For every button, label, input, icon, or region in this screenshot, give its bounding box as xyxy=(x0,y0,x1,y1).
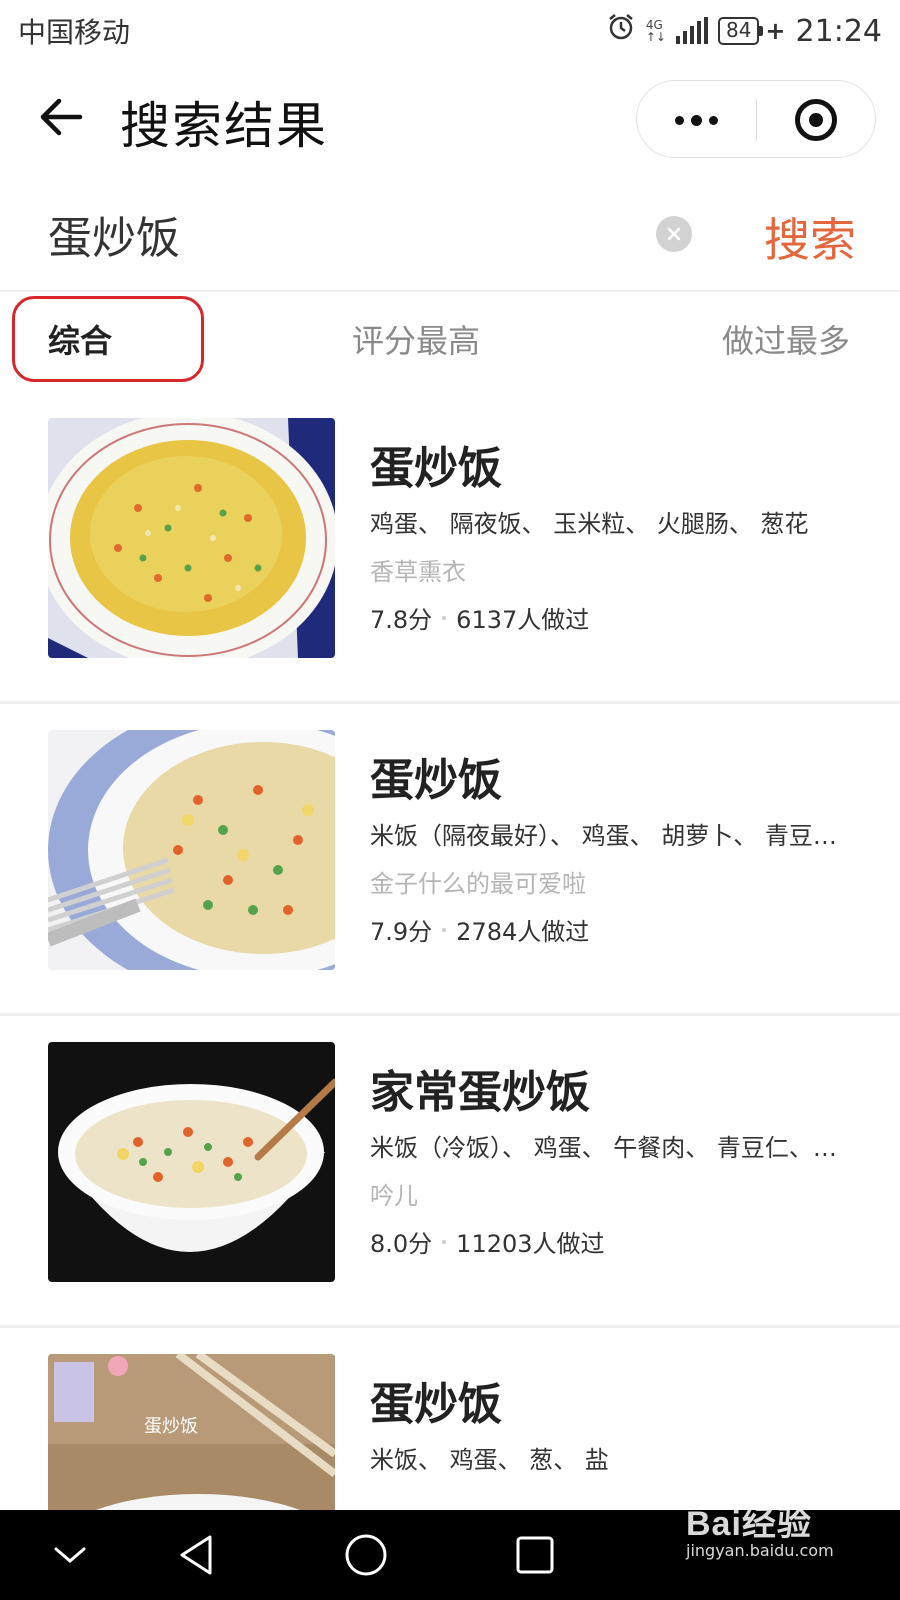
recipe-card[interactable]: 蛋炒饭 蛋炒饭 米饭、 鸡蛋、 葱、 盐 xyxy=(0,1328,900,1510)
alarm-icon xyxy=(606,12,636,50)
back-arrow-icon xyxy=(40,98,83,136)
recipe-author: 香草熏衣 xyxy=(370,558,466,586)
recipe-ingredients: 米饭（冷饭）、 鸡蛋、 午餐肉、 青豆仁、… xyxy=(370,1134,837,1162)
recipe-title: 蛋炒饭 xyxy=(370,1379,502,1430)
recipe-card[interactable]: 蛋炒饭 鸡蛋、 隔夜饭、 玉米粒、 火腿肠、 葱花 香草熏衣 7.8分 6137… xyxy=(0,392,900,704)
recipe-ingredients: 鸡蛋、 隔夜饭、 玉米粒、 火腿肠、 葱花 xyxy=(370,510,809,538)
system-recents-button[interactable] xyxy=(505,1530,565,1580)
recipe-title: 家常蛋炒饭 xyxy=(370,1067,590,1118)
recipe-ingredients: 米饭、 鸡蛋、 葱、 盐 xyxy=(370,1446,609,1474)
separator-dot xyxy=(442,1239,447,1244)
fried-rice-plate-image xyxy=(48,418,335,658)
recents-square-icon xyxy=(516,1536,554,1574)
tab-top-rated[interactable]: 评分最高 xyxy=(352,316,480,362)
close-target-icon xyxy=(795,99,837,141)
battery-level: 84 xyxy=(717,17,760,45)
baidu-jingyan-watermark: Bai经验 jingyan.baidu.com xyxy=(686,1496,876,1560)
search-input[interactable] xyxy=(48,202,608,266)
recipe-made-count: 6137人做过 xyxy=(456,606,590,634)
search-bar: 搜索 xyxy=(0,178,900,292)
recipe-stats: 7.9分 2784人做过 xyxy=(370,912,589,947)
clock-time: 21:24 xyxy=(795,13,882,49)
carrier-label: 中国移动 xyxy=(18,16,131,49)
recipe-stats: 8.0分 11203人做过 xyxy=(370,1224,605,1259)
fried-rice-chopsticks-image: 蛋炒饭 xyxy=(48,1354,335,1510)
result-list: 蛋炒饭 鸡蛋、 隔夜饭、 玉米粒、 火腿肠、 葱花 香草熏衣 7.8分 6137… xyxy=(0,392,900,1510)
recipe-ingredients: 米饭（隔夜最好）、 鸡蛋、 胡萝卜、 青豆… xyxy=(370,822,837,850)
clear-icon xyxy=(667,227,681,241)
home-circle-icon xyxy=(345,1534,387,1576)
recipe-title: 蛋炒饭 xyxy=(370,443,502,494)
tab-most-cooked[interactable]: 做过最多 xyxy=(722,316,850,362)
more-dots-icon xyxy=(674,115,684,125)
more-button[interactable] xyxy=(637,81,755,159)
recipe-author: 吟儿 xyxy=(370,1182,418,1210)
separator-dot xyxy=(442,615,447,620)
miniprogram-capsule xyxy=(636,80,876,158)
charging-icon: + xyxy=(765,17,786,45)
recipe-rating: 7.8分 xyxy=(370,606,433,634)
watermark-url: jingyan.baidu.com xyxy=(686,1541,834,1560)
separator-dot xyxy=(442,927,447,932)
watermark-brand: Bai经验 xyxy=(686,1505,812,1543)
recipe-stats: 7.8分 6137人做过 xyxy=(370,600,589,635)
recipe-rating: 8.0分 xyxy=(370,1230,433,1258)
network-type-icon: 4G ↑↓ xyxy=(646,19,666,43)
status-icons: 4G ↑↓ 84 + 21:24 xyxy=(606,12,882,50)
collapse-chevron-icon xyxy=(54,1547,86,1563)
recipe-title: 蛋炒饭 xyxy=(370,755,502,806)
back-triangle-icon xyxy=(180,1535,212,1575)
back-button[interactable] xyxy=(36,92,86,142)
sort-tabs: 综合 评分最高 做过最多 xyxy=(0,292,900,392)
recipe-author: 金子什么的最可爱啦 xyxy=(370,870,586,898)
recipe-rating: 7.9分 xyxy=(370,918,433,946)
clear-button[interactable] xyxy=(656,216,692,252)
system-home-button[interactable] xyxy=(336,1530,396,1580)
tab-comprehensive[interactable]: 综合 xyxy=(48,316,112,362)
fried-rice-bowl-image xyxy=(48,1042,335,1282)
status-bar: 中国移动 4G ↑↓ 84 + 21:24 xyxy=(0,0,900,62)
battery-icon: 84 + xyxy=(717,17,786,45)
search-button[interactable]: 搜索 xyxy=(764,204,856,270)
nav-header: 搜索结果 xyxy=(0,62,900,178)
collapse-button[interactable] xyxy=(40,1530,100,1580)
recipe-made-count: 11203人做过 xyxy=(456,1230,605,1258)
recipe-made-count: 2784人做过 xyxy=(456,918,590,946)
recipe-card[interactable]: 家常蛋炒饭 米饭（冷饭）、 鸡蛋、 午餐肉、 青豆仁、… 吟儿 8.0分 112… xyxy=(0,1016,900,1328)
recipe-card[interactable]: 蛋炒饭 米饭（隔夜最好）、 鸡蛋、 胡萝卜、 青豆… 金子什么的最可爱啦 7.9… xyxy=(0,704,900,1016)
fried-rice-with-fork-image xyxy=(48,730,335,970)
image-caption: 蛋炒饭 xyxy=(144,1416,198,1437)
system-back-button[interactable] xyxy=(166,1530,226,1580)
network-activity-label: ↑↓ xyxy=(645,30,666,44)
signal-icon xyxy=(675,17,708,44)
close-miniprogram-button[interactable] xyxy=(757,81,875,159)
page-title: 搜索结果 xyxy=(120,97,328,155)
